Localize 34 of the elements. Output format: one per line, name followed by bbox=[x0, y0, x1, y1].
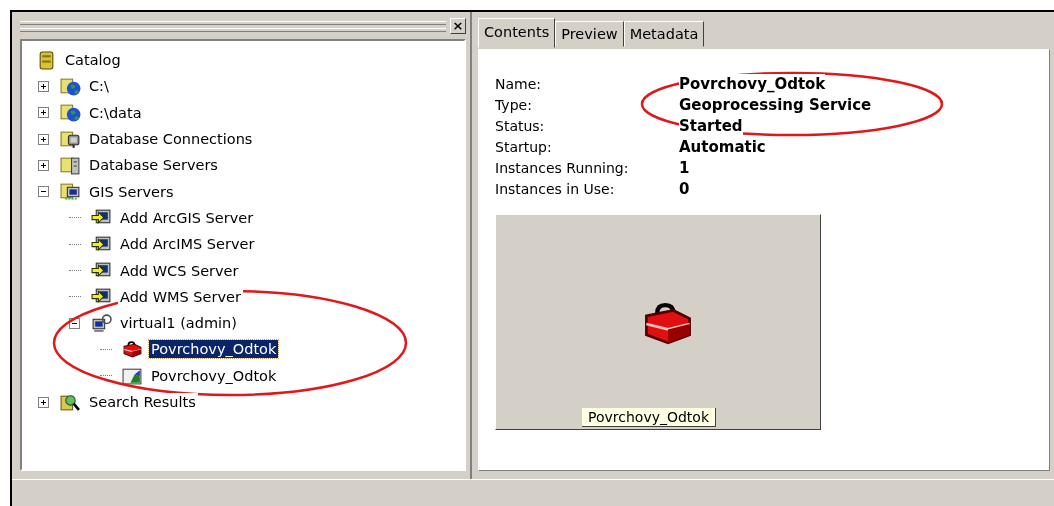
folder-globe-icon bbox=[60, 76, 81, 96]
tab[interactable]: Contents bbox=[478, 18, 556, 48]
close-button[interactable]: × bbox=[450, 18, 466, 34]
folder-database-icon bbox=[60, 129, 81, 149]
property-label: Status: bbox=[495, 117, 546, 136]
server-icon bbox=[91, 313, 112, 333]
property-value: Povrchovy_Odtok bbox=[679, 74, 826, 95]
thumbnail-caption: Povrchovy_Odtok bbox=[582, 408, 717, 427]
collapse-toggle[interactable] bbox=[69, 317, 80, 329]
folder-globe-icon bbox=[60, 103, 81, 123]
expand-toggle[interactable] bbox=[38, 80, 49, 92]
folder-magnifier-icon bbox=[60, 392, 81, 412]
tree-item[interactable]: Add WMS Server bbox=[118, 287, 243, 306]
tree-item[interactable]: Catalog bbox=[63, 51, 123, 70]
property-label: Instances Running: bbox=[495, 159, 630, 178]
folder-server-icon bbox=[60, 155, 81, 175]
map-document-icon bbox=[122, 366, 143, 386]
tree-item[interactable]: Povrchovy_Odtok bbox=[149, 340, 279, 359]
collapse-toggle[interactable] bbox=[38, 186, 49, 198]
tab[interactable]: Metadata bbox=[623, 21, 705, 47]
property-label: Startup: bbox=[495, 138, 553, 157]
property-value: Started bbox=[679, 116, 743, 137]
expand-toggle[interactable] bbox=[38, 159, 49, 171]
expand-toggle[interactable] bbox=[38, 396, 49, 408]
property-label: Name: bbox=[495, 75, 543, 94]
folder-computer-icon bbox=[60, 182, 81, 202]
expand-toggle[interactable] bbox=[38, 133, 49, 145]
tab[interactable]: Preview bbox=[555, 21, 624, 47]
expand-toggle[interactable] bbox=[38, 107, 49, 119]
property-label: Type: bbox=[495, 96, 533, 115]
toolbox-icon bbox=[122, 339, 143, 359]
property-value: Geoprocessing Service bbox=[679, 95, 872, 116]
tree-item[interactable]: virtual1 (admin) bbox=[118, 314, 239, 333]
property-label: Instances in Use: bbox=[495, 180, 616, 199]
